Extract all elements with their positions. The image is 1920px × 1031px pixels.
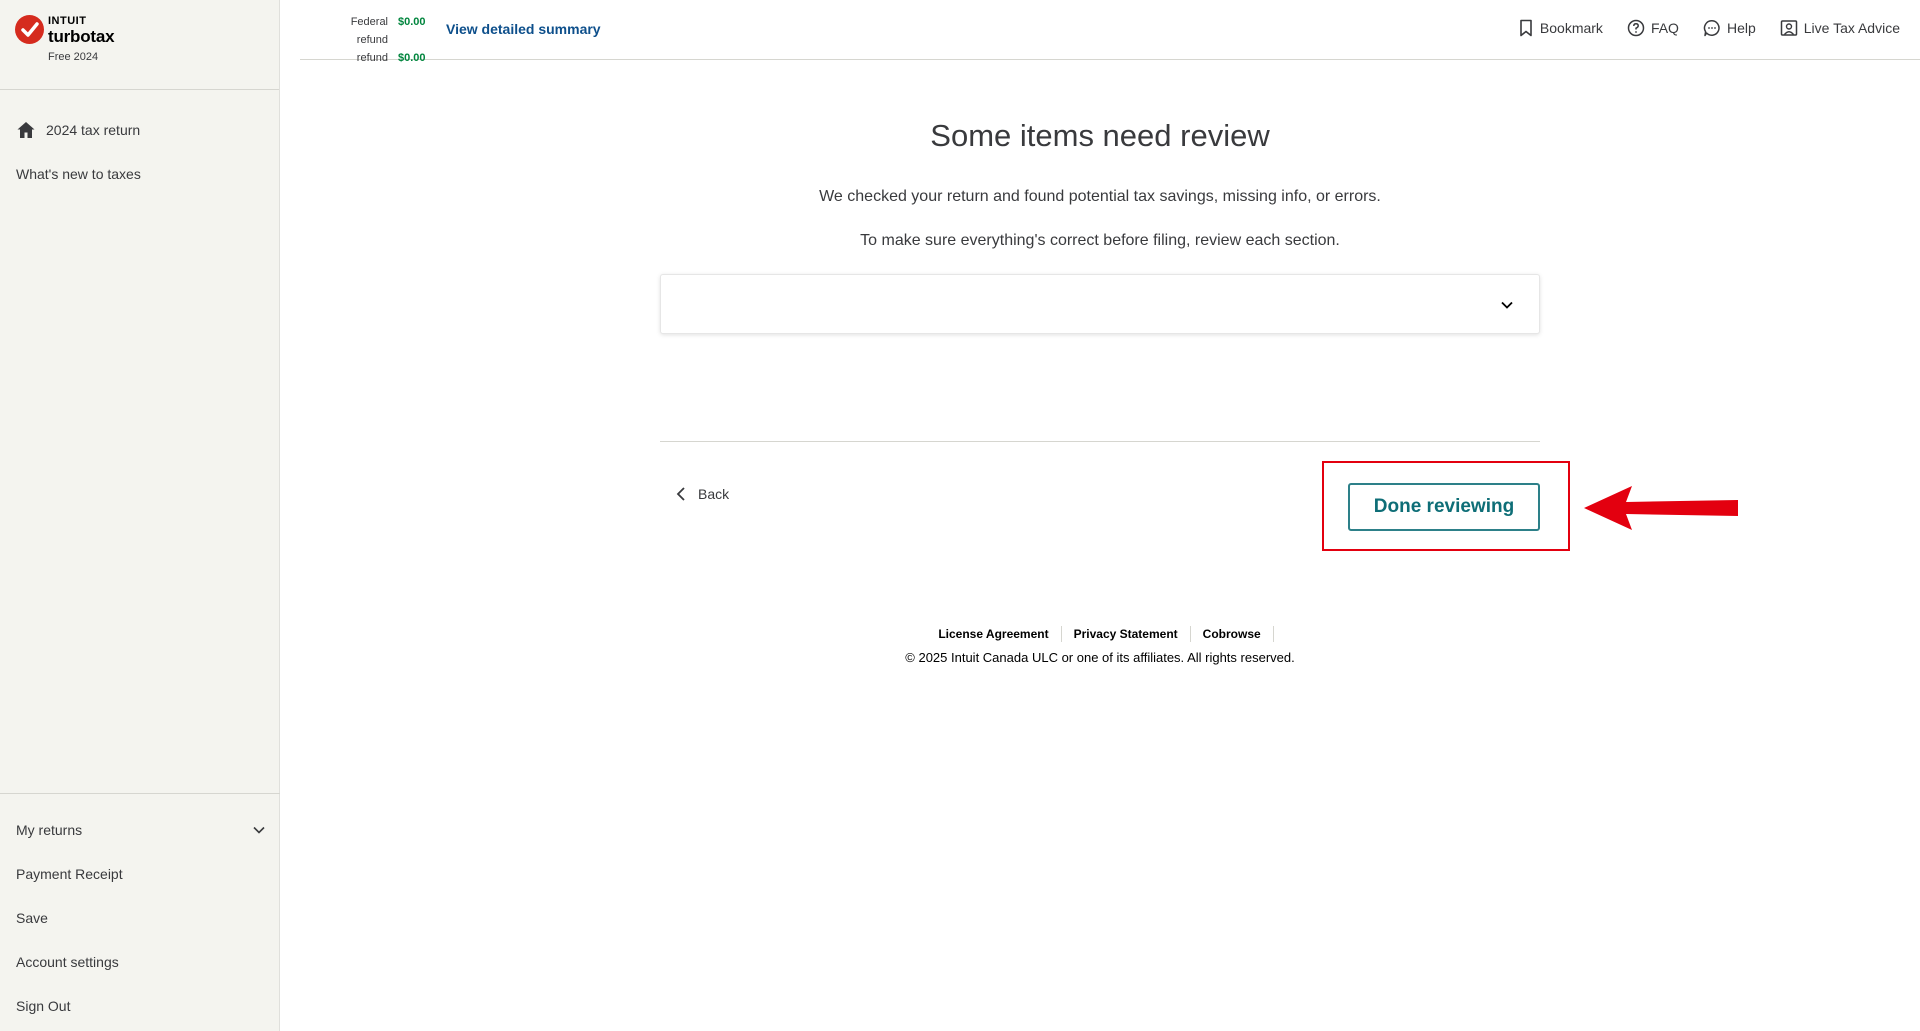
- privacy-statement-link[interactable]: Privacy Statement: [1062, 626, 1191, 642]
- bookmark-link[interactable]: Bookmark: [1518, 19, 1603, 37]
- review-items-accordion[interactable]: [660, 274, 1540, 334]
- page-title: Some items need review: [930, 118, 1270, 153]
- header-links: Bookmark FAQ Help Live Tax Advice: [1494, 19, 1900, 37]
- help-link[interactable]: Help: [1703, 19, 1756, 37]
- home-icon: [17, 122, 35, 138]
- live-tax-advice-link[interactable]: Live Tax Advice: [1780, 19, 1900, 37]
- sidebar-item-payment-receipt[interactable]: Payment Receipt: [0, 852, 280, 896]
- logo-edition: Free 2024: [48, 51, 99, 63]
- sidebar-item-tax-return[interactable]: 2024 tax return: [0, 108, 279, 152]
- checkmark-logo-icon: [15, 15, 44, 44]
- live-tax-advice-label: Live Tax Advice: [1803, 20, 1900, 36]
- question-icon: [1627, 19, 1645, 37]
- faq-label: FAQ: [1650, 20, 1679, 36]
- bookmark-label: Bookmark: [1539, 20, 1603, 36]
- sidebar-top-nav: 2024 tax return What's new to taxes: [0, 90, 279, 196]
- license-agreement-link[interactable]: License Agreement: [926, 626, 1062, 642]
- sidebar-item-label: Save: [16, 910, 48, 926]
- person-icon: [1780, 20, 1797, 36]
- cobrowse-link[interactable]: Cobrowse: [1191, 626, 1274, 642]
- sidebar-item-save[interactable]: Save: [0, 896, 280, 940]
- provincial-refund-row: refund $0.00: [318, 49, 426, 67]
- sidebar-item-my-returns[interactable]: My returns: [0, 808, 280, 852]
- turbotax-logo[interactable]: INTUIT turbotax Free 2024: [0, 0, 279, 90]
- refund-summary: Federal refund $0.00 refund $0.00: [318, 13, 426, 67]
- sidebar-item-label: Account settings: [16, 954, 119, 970]
- top-header: Federal refund $0.00 refund $0.00 View d…: [300, 0, 1920, 64]
- chevron-down-icon: [1501, 301, 1513, 309]
- refund-amount: $0.00: [398, 52, 426, 64]
- sidebar: INTUIT turbotax Free 2024 2024 tax retur…: [0, 0, 280, 1031]
- sidebar-item-whats-new[interactable]: What's new to taxes: [0, 152, 279, 196]
- sidebar-item-label: My returns: [16, 822, 83, 838]
- federal-refund-row: Federal refund $0.00: [318, 13, 426, 49]
- copyright-text: © 2025 Intuit Canada ULC or one of its a…: [905, 650, 1295, 665]
- view-detailed-summary-link[interactable]: View detailed summary: [446, 21, 601, 37]
- sidebar-item-label: 2024 tax return: [46, 122, 141, 138]
- review-instruction: To make sure everything's correct before…: [860, 232, 1340, 249]
- bookmark-icon: [1520, 19, 1532, 37]
- sidebar-item-sign-out[interactable]: Sign Out: [0, 984, 280, 1028]
- sidebar-bottom-nav: My returns Payment Receipt Save Account …: [0, 793, 280, 1028]
- review-description: We checked your return and found potenti…: [819, 188, 1381, 205]
- sidebar-item-label: Payment Receipt: [16, 866, 123, 882]
- help-label: Help: [1726, 20, 1756, 36]
- logo-product: turbotax: [48, 27, 115, 46]
- back-button[interactable]: Back: [676, 486, 729, 502]
- sidebar-item-label: What's new to taxes: [16, 166, 141, 182]
- sidebar-item-label: Sign Out: [16, 998, 71, 1014]
- footer-links: License Agreement Privacy Statement Cobr…: [300, 626, 1900, 642]
- chevron-down-icon: [253, 826, 265, 834]
- chat-icon: [1703, 20, 1720, 37]
- sidebar-item-account-settings[interactable]: Account settings: [0, 940, 280, 984]
- faq-link[interactable]: FAQ: [1627, 19, 1679, 37]
- chevron-left-icon: [676, 487, 685, 501]
- refund-label: refund: [356, 52, 388, 64]
- back-label: Back: [698, 486, 730, 502]
- done-reviewing-button[interactable]: Done reviewing: [1348, 483, 1540, 531]
- refund-amount: $0.00: [398, 16, 426, 28]
- section-divider: [660, 441, 1540, 442]
- annotation-arrow-icon: [1584, 486, 1738, 530]
- logo-company: INTUIT: [48, 15, 87, 27]
- refund-label: Federal refund: [350, 16, 388, 46]
